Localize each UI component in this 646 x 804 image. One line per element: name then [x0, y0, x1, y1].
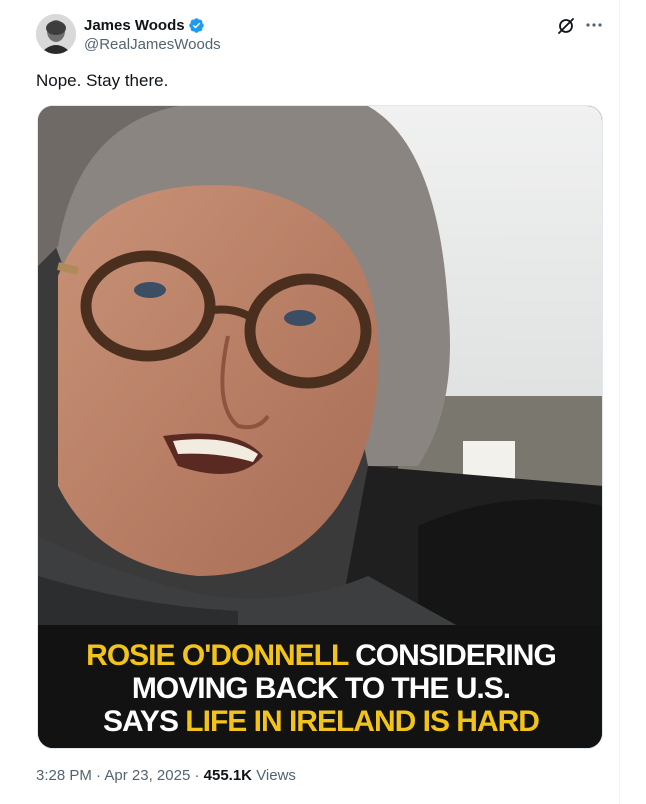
caption-text: SAYS [103, 705, 186, 738]
caption-line-3: SAYS LIFE IN IRELAND IS HARD [103, 705, 540, 738]
tweet-card: James Woods @RealJamesWoods Nope. Stay t… [0, 0, 620, 804]
tweet-meta: 3:28 PM · Apr 23, 2025 · 455.1K Views [36, 767, 296, 784]
tweet-text: Nope. Stay there. [36, 71, 169, 90]
author-names: James Woods @RealJamesWoods [84, 15, 221, 54]
views-label: Views [256, 767, 296, 784]
meta-separator: · [194, 767, 200, 784]
caption-highlight: LIFE IN IRELAND IS HARD [185, 705, 540, 738]
avatar-image [36, 14, 76, 54]
display-name[interactable]: James Woods [84, 17, 185, 34]
more-options-icon[interactable] [582, 15, 606, 35]
caption-line-1: ROSIE O'DONNELL CONSIDERING [86, 639, 557, 672]
media-caption: ROSIE O'DONNELL CONSIDERING MOVING BACK … [38, 625, 602, 748]
grok-icon[interactable] [556, 16, 576, 36]
meta-separator: · [96, 767, 102, 784]
views-count: 455.1K [203, 767, 253, 784]
verified-badge-icon[interactable] [188, 17, 205, 34]
avatar[interactable] [36, 14, 76, 54]
tweet-date[interactable]: Apr 23, 2025 [104, 767, 190, 784]
author-handle[interactable]: @RealJamesWoods [84, 36, 221, 53]
caption-highlight: ROSIE O'DONNELL [86, 639, 349, 672]
tweet-header: James Woods @RealJamesWoods [36, 14, 606, 56]
caption-text: CONSIDERING [347, 639, 557, 672]
tweet-time[interactable]: 3:28 PM [36, 767, 92, 784]
tweet-media[interactable]: ROSIE O'DONNELL CONSIDERING MOVING BACK … [37, 105, 603, 749]
caption-line-2: MOVING BACK TO THE U.S. [131, 672, 511, 705]
